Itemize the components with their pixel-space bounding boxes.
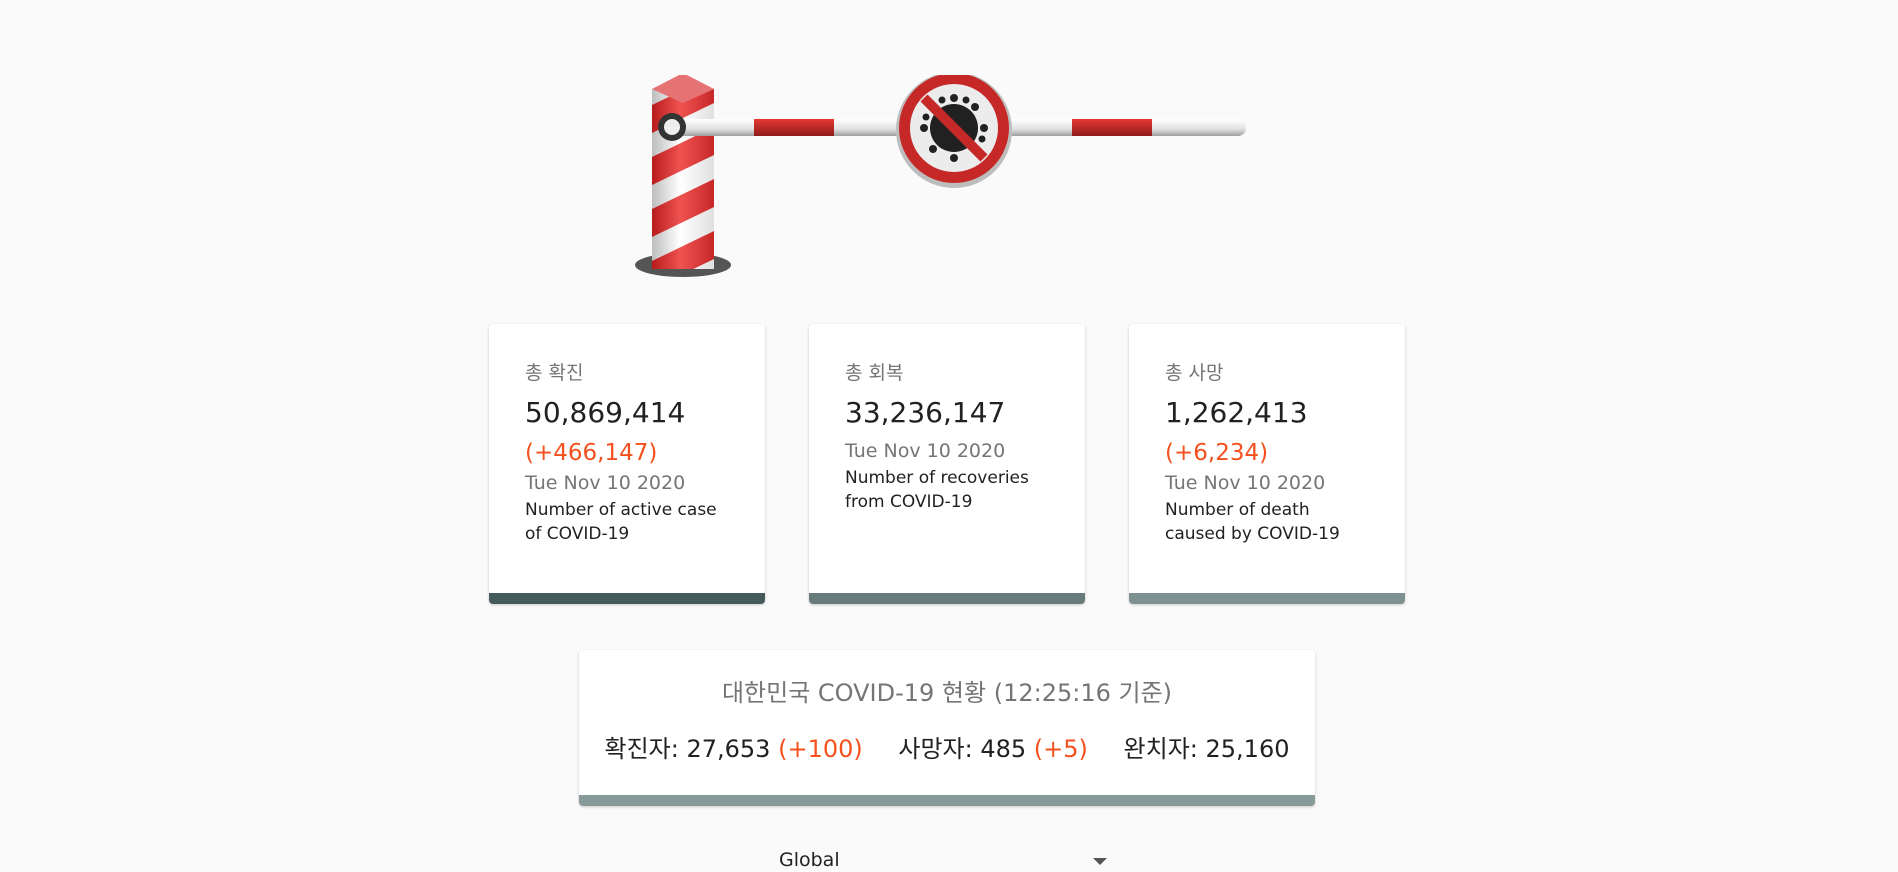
card-value: 1,262,413: [1165, 396, 1308, 429]
korea-confirmed-delta: (+100): [778, 735, 863, 763]
card-delta: (+6,234): [1165, 440, 1269, 466]
korea-recovered-stat: 완치자: 25,160: [1124, 735, 1290, 763]
card-date: Tue Nov 10 2020: [845, 440, 1006, 462]
card-date: Tue Nov 10 2020: [1165, 472, 1326, 494]
korea-deaths-label: 사망자: 485: [898, 735, 1027, 763]
korea-confirmed-stat: 확진자: 27,653 (+100): [605, 735, 863, 763]
region-select-value: Global: [779, 849, 840, 871]
korea-card-bottom-bar: [579, 795, 1315, 806]
page: 총 확진 50,869,414 (+466,147) Tue Nov 10 20…: [0, 0, 1898, 872]
border-barrier-no-virus-icon: [635, 75, 1246, 277]
card-date: Tue Nov 10 2020: [525, 472, 686, 494]
chevron-down-icon[interactable]: [1093, 858, 1107, 865]
card-bottom-bar: [489, 593, 765, 604]
card-bottom-bar: [809, 593, 1085, 604]
card-description: Number of active case of COVID-19: [525, 500, 717, 544]
card-value: 50,869,414: [525, 396, 686, 429]
korea-summary-card: 대한민국 COVID-19 현황 (12:25:16 기준) 확진자: 27,6…: [579, 650, 1315, 806]
korea-confirmed-label: 확진자: 27,653: [604, 735, 771, 763]
total-recovered-card: 총 회복 33,236,147 Tue Nov 10 2020 Number o…: [809, 324, 1085, 604]
total-confirmed-card: 총 확진 50,869,414 (+466,147) Tue Nov 10 20…: [489, 324, 765, 604]
korea-deaths-stat: 사망자: 485 (+5): [898, 735, 1088, 763]
card-bottom-bar: [1129, 593, 1405, 604]
region-select[interactable]: Global: [779, 848, 1109, 872]
card-value: 33,236,147: [845, 396, 1006, 429]
card-title: 총 회복: [845, 362, 904, 384]
korea-stats-row: 확진자: 27,653 (+100) 사망자: 485 (+5) 완치자: 25…: [579, 732, 1315, 766]
total-deaths-card: 총 사망 1,262,413 (+6,234) Tue Nov 10 2020 …: [1129, 324, 1405, 604]
card-description: Number of recoveries from COVID-19: [845, 468, 1029, 512]
card-description: Number of death caused by COVID-19: [1165, 500, 1340, 544]
card-title: 총 사망: [1165, 362, 1224, 384]
card-title: 총 확진: [525, 362, 584, 384]
korea-deaths-delta: (+5): [1033, 735, 1088, 763]
card-delta: (+466,147): [525, 440, 658, 466]
korea-recovered-label: 완치자: 25,160: [1123, 735, 1290, 763]
korea-summary-title: 대한민국 COVID-19 현황 (12:25:16 기준): [721, 679, 1173, 707]
